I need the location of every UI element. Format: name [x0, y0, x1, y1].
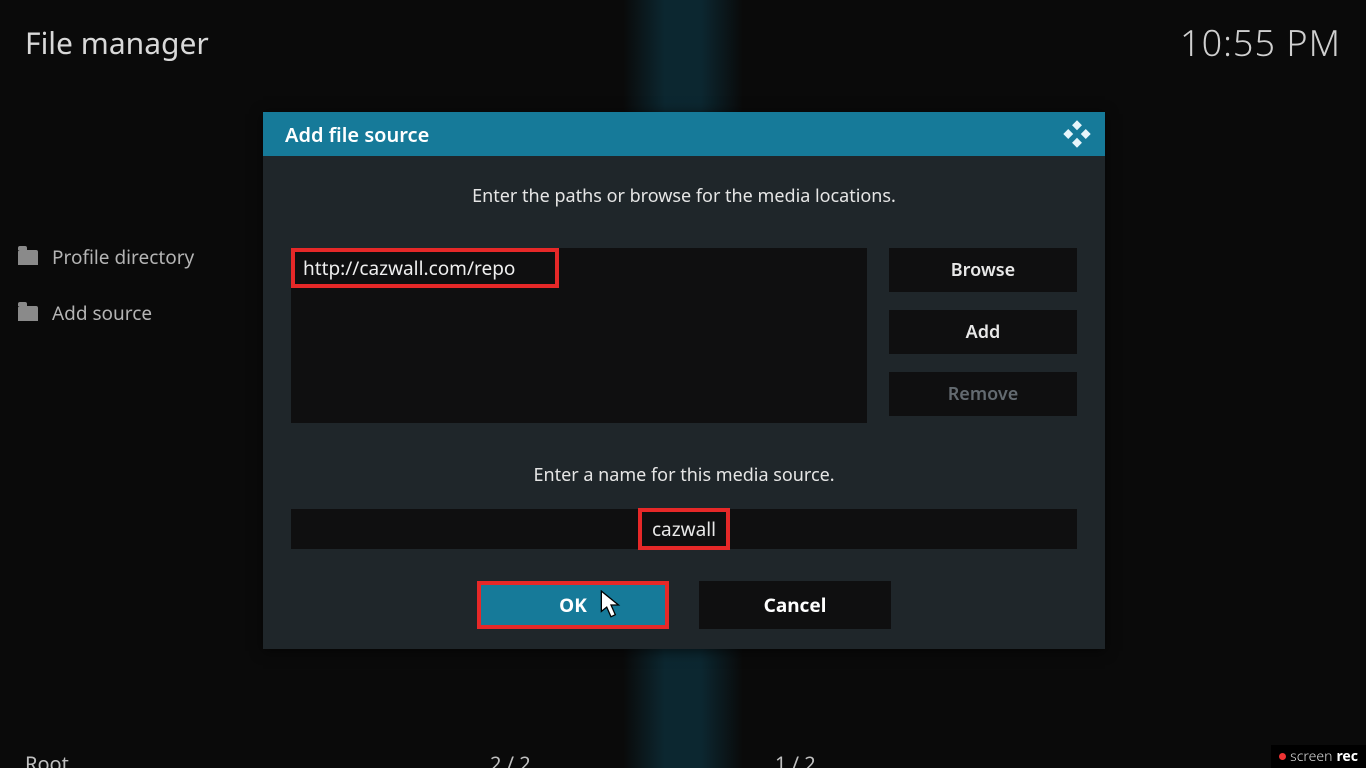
dialog-instruction-name: Enter a name for this media source.: [291, 463, 1077, 487]
page-title: File manager: [25, 22, 209, 63]
clock: 10:55 PM: [1180, 18, 1341, 67]
sidebar-item-label: Add source: [52, 300, 152, 326]
record-dot-icon: [1279, 753, 1286, 760]
add-button[interactable]: Add: [889, 310, 1077, 354]
dialog-title: Add file source: [285, 121, 429, 148]
folder-icon: [18, 250, 38, 265]
path-input[interactable]: http://cazwall.com/repo: [291, 248, 559, 288]
kodi-logo-icon: [1063, 120, 1091, 148]
source-name-value: cazwall: [638, 508, 730, 550]
footer-page-count-right: 1 / 2: [775, 750, 816, 768]
ok-button[interactable]: OK: [477, 581, 669, 629]
dialog-titlebar: Add file source: [263, 112, 1105, 156]
sidebar-item-profile-directory[interactable]: Profile directory: [18, 244, 194, 270]
footer-page-count-left: 2 / 2: [490, 750, 531, 768]
paths-listbox[interactable]: http://cazwall.com/repo: [291, 248, 867, 423]
cancel-button[interactable]: Cancel: [699, 581, 891, 629]
screenrec-label-bold: rec: [1336, 747, 1358, 766]
remove-button: Remove: [889, 372, 1077, 416]
footer-root-left: Root: [25, 750, 69, 768]
sidebar-item-add-source[interactable]: Add source: [18, 300, 152, 326]
folder-icon: [18, 306, 38, 321]
dialog-instruction-paths: Enter the paths or browse for the media …: [291, 184, 1077, 208]
browse-button[interactable]: Browse: [889, 248, 1077, 292]
source-name-input[interactable]: cazwall: [291, 509, 1077, 549]
screenrec-badge: screenrec: [1271, 745, 1366, 768]
screenrec-label-thin: screen: [1290, 747, 1332, 766]
sidebar-item-label: Profile directory: [52, 244, 194, 270]
dialog-add-file-source: Add file source Enter the paths or brows…: [263, 112, 1105, 649]
